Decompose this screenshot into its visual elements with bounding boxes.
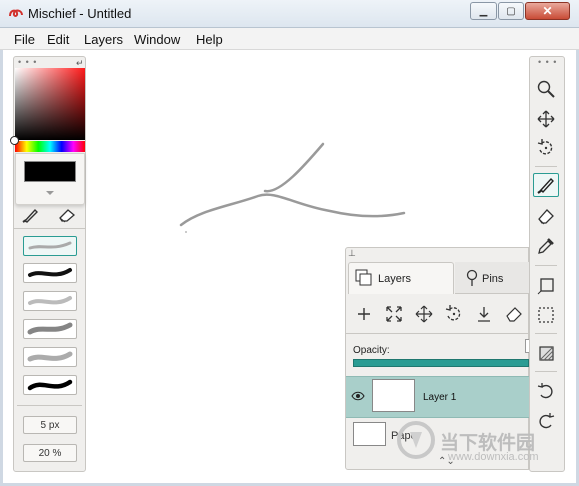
divider: [17, 405, 82, 406]
menu-help[interactable]: Help: [196, 32, 223, 47]
fill-icon[interactable]: [533, 342, 559, 366]
divider: [535, 371, 557, 372]
watermark-logo: [397, 421, 435, 459]
brush-preset-ink[interactable]: [23, 375, 77, 395]
brush-preset-chalk[interactable]: [23, 347, 77, 367]
move-layer-icon[interactable]: [413, 303, 435, 325]
maximize-icon: ▢: [506, 5, 516, 17]
layers-icon: [355, 269, 372, 286]
shape-icon[interactable]: [533, 274, 559, 298]
paper-thumbnail: [353, 422, 386, 446]
brush-preset-soft[interactable]: [23, 291, 77, 311]
app-logo-icon: [9, 9, 23, 17]
menu-layers[interactable]: Layers: [84, 32, 123, 47]
opacity-label: Opacity:: [353, 345, 390, 356]
eye-icon[interactable]: [351, 391, 365, 401]
minimize-icon: ▁: [479, 5, 488, 17]
redo-icon[interactable]: [533, 409, 559, 433]
add-layer-icon[interactable]: [353, 303, 375, 325]
tab-layers-label: Layers: [378, 273, 412, 285]
eraser-tool-icon[interactable]: [533, 204, 559, 228]
layer-thumbnail: [372, 379, 415, 412]
selection-icon[interactable]: [533, 303, 559, 327]
chevron-down-icon[interactable]: [46, 191, 54, 195]
flatten-icon[interactable]: [473, 303, 495, 325]
divider: [535, 265, 557, 266]
rotate-icon[interactable]: [533, 136, 559, 160]
brush-opacity-field[interactable]: 20 %: [23, 444, 77, 462]
brush-icon[interactable]: [22, 207, 40, 223]
zoom-icon[interactable]: [533, 77, 559, 101]
brush-size-field[interactable]: 5 px: [23, 416, 77, 434]
pan-icon[interactable]: [533, 107, 559, 131]
divider: [346, 333, 529, 334]
maximize-button[interactable]: ▢: [498, 2, 524, 20]
hue-slider[interactable]: [15, 141, 85, 152]
close-icon: ✕: [542, 4, 553, 18]
menu-file[interactable]: File: [14, 32, 35, 47]
window-title: Mischief - Untitled: [28, 6, 132, 21]
brush-tool-icon[interactable]: [533, 173, 559, 197]
brush-preset-marker[interactable]: [23, 263, 77, 283]
divider: [535, 166, 557, 167]
eraser-icon[interactable]: [58, 207, 76, 223]
pin-icon: [466, 269, 478, 286]
clear-layer-icon[interactable]: [503, 303, 525, 325]
pin-panel-icon[interactable]: ⊥: [348, 248, 356, 259]
menu-window[interactable]: Window: [134, 32, 180, 47]
divider: [535, 333, 557, 334]
opacity-input[interactable]: [525, 339, 529, 353]
menu-edit[interactable]: Edit: [47, 32, 69, 47]
layer-name[interactable]: Layer 1: [423, 392, 456, 403]
panel-handle[interactable]: • • •: [538, 57, 557, 67]
hue-slider-handle[interactable]: [10, 136, 19, 145]
minimize-button[interactable]: ▁: [470, 2, 497, 20]
undo-icon[interactable]: [533, 379, 559, 403]
watermark-url: www.downxia.com: [448, 451, 539, 463]
fit-icon[interactable]: [383, 303, 405, 325]
panel-handle[interactable]: • • •: [18, 57, 37, 67]
color-saturation-picker[interactable]: [15, 68, 85, 140]
tab-pins-label: Pins: [482, 273, 504, 285]
opacity-slider[interactable]: [353, 359, 529, 367]
brush-preset-pencil[interactable]: [23, 236, 77, 256]
rotate-layer-icon[interactable]: [443, 303, 465, 325]
brush-preset-airbrush[interactable]: [23, 319, 77, 339]
eyedropper-icon[interactable]: [533, 234, 559, 258]
close-button[interactable]: ✕: [525, 2, 570, 20]
current-color-swatch[interactable]: [24, 161, 76, 182]
